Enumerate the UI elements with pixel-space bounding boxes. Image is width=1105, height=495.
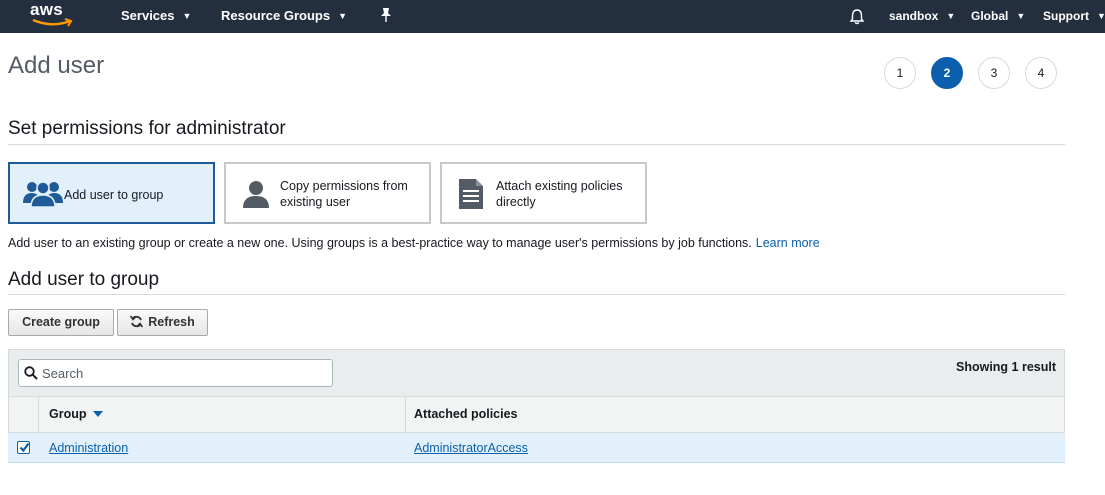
group-section-heading: Add user to group [8,269,160,290]
group-name-link[interactable]: Administration [49,441,128,455]
learn-more-link[interactable]: Learn more [756,236,820,250]
step-1[interactable]: 1 [884,57,916,89]
refresh-button[interactable]: Refresh [117,309,208,336]
pin-icon[interactable] [379,7,393,23]
search-input[interactable]: Search [18,359,333,387]
option-copy-permissions[interactable]: Copy permissions from existing user [224,162,431,224]
services-label: Services [121,8,175,23]
option-add-user-to-group[interactable]: Add user to group [8,162,215,224]
option-attach-policies[interactable]: Attach existing policies directly [440,162,647,224]
support-menu[interactable]: Support ▼ [1043,9,1105,23]
refresh-icon [130,315,144,328]
bell-icon[interactable] [849,8,865,25]
policy-link[interactable]: AdministratorAccess [414,441,528,455]
result-count: Showing 1 result [955,360,1056,374]
chevron-down-icon: ▼ [1016,11,1026,21]
row-checkbox[interactable] [17,441,30,454]
option-label: Add user to group [64,188,164,202]
top-nav: aws Services ▼ Resource Groups ▼ sandbox ▼ … [0,0,1105,33]
option-label-line2: directly [496,195,536,209]
description-text: Add user to an existing group or create … [8,236,752,250]
region-menu[interactable]: Global ▼ [971,9,1025,23]
permissions-description: Add user to an existing group or create … [8,236,820,250]
refresh-label: Refresh [148,315,195,329]
step-2-current[interactable]: 2 [931,57,963,89]
account-menu[interactable]: sandbox ▼ [889,9,955,23]
account-label: sandbox [889,9,939,23]
permissions-heading: Set permissions for administrator [8,118,286,139]
sort-desc-icon [92,411,103,417]
search-placeholder: Search [42,366,84,381]
users-group-icon [23,181,63,208]
table-row[interactable] [8,433,1065,463]
resource-groups-menu[interactable]: Resource Groups ▼ [221,8,347,23]
support-label: Support [1043,9,1089,23]
smile-arrow-icon [32,18,73,27]
user-icon [243,181,269,208]
divider [8,294,1065,295]
create-group-button[interactable]: Create group [8,309,114,336]
aws-logo[interactable]: aws [30,0,76,30]
divider [8,144,1065,145]
column-header-group[interactable]: Group [49,407,103,421]
services-menu[interactable]: Services ▼ [121,8,191,23]
option-label-line1: Copy permissions from [280,179,408,193]
checkmark-icon [19,442,30,453]
option-label: Attach existing policies directly [496,178,622,210]
resource-groups-label: Resource Groups [221,8,331,23]
chevron-down-icon: ▼ [1097,11,1105,21]
chevron-down-icon: ▼ [182,11,192,21]
step-4[interactable]: 4 [1025,57,1057,89]
table-header [8,397,1065,433]
search-icon [24,366,38,380]
column-header-label: Group [49,407,87,421]
chevron-down-icon: ▼ [946,11,956,21]
logo-text: aws [30,0,64,19]
option-label-line1: Attach existing policies [496,179,623,193]
region-label: Global [971,9,1009,23]
step-3[interactable]: 3 [978,57,1010,89]
option-label-line2: existing user [280,195,351,209]
page-title: Add user [8,52,105,79]
option-label: Copy permissions from existing user [280,178,408,210]
document-icon [459,179,483,209]
column-header-policies[interactable]: Attached policies [414,407,518,421]
chevron-down-icon: ▼ [338,11,348,21]
